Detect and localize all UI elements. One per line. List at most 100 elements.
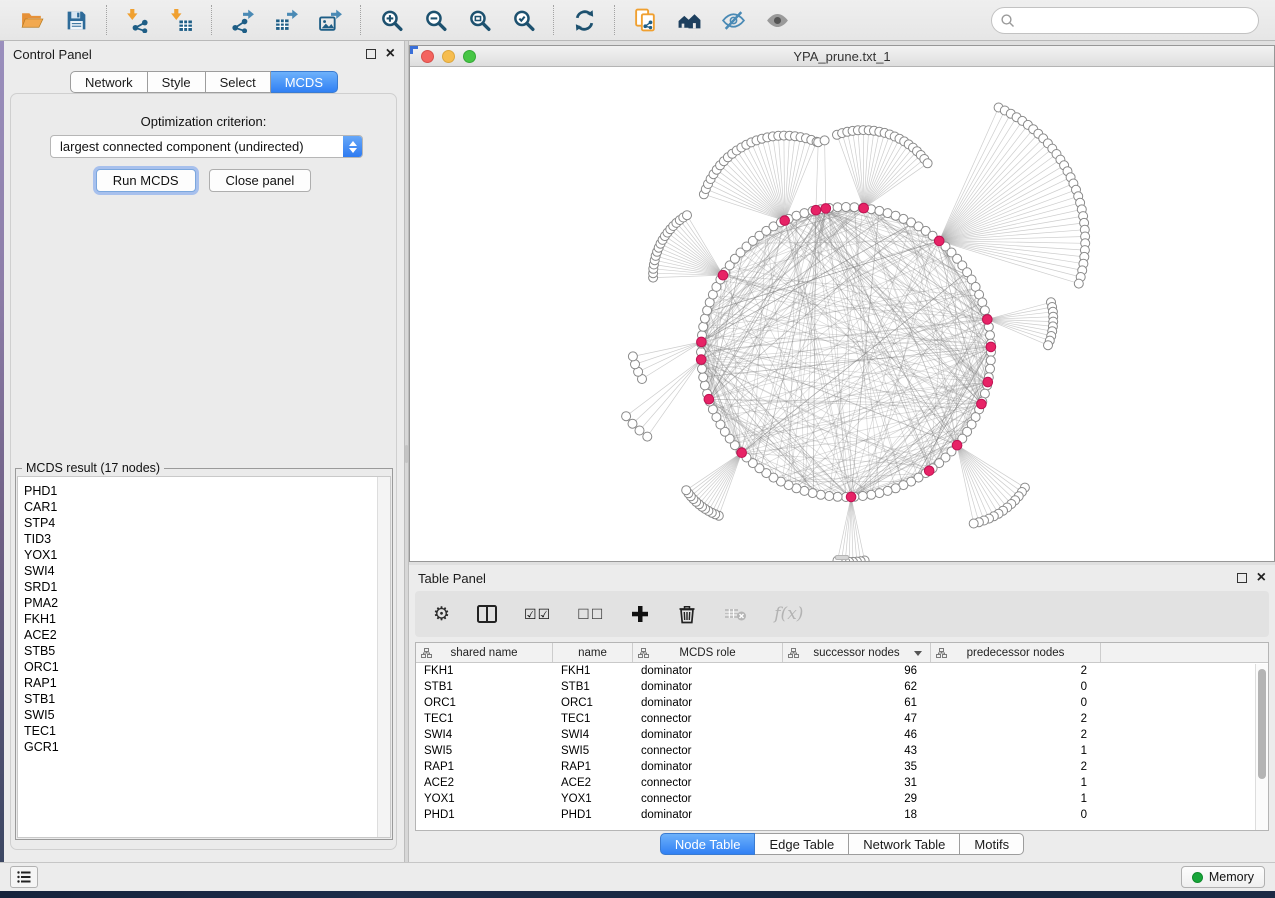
mcds-result-item[interactable]: STP4 [24,515,390,531]
network-home-button[interactable] [671,3,707,37]
table-cell[interactable]: 2 [931,761,1101,773]
table-cell[interactable]: PHD1 [553,809,633,821]
table-row[interactable]: STB1STB1dominator620 [416,679,1268,695]
table-cell[interactable]: 96 [783,665,931,677]
mcds-result-item[interactable]: CAR1 [24,499,390,515]
table-cell[interactable]: 0 [931,809,1101,821]
table-cell[interactable]: 0 [931,697,1101,709]
table-cell[interactable]: 2 [931,665,1101,677]
table-cell[interactable]: ORC1 [416,697,553,709]
column-header-successor-nodes[interactable]: successor nodes [783,643,931,662]
split-table-icon[interactable] [476,601,498,627]
column-header-name[interactable]: name [553,643,633,662]
tab-edge-table[interactable]: Edge Table [755,833,849,855]
table-cell[interactable]: 1 [931,793,1101,805]
clone-network-button[interactable] [627,3,663,37]
table-cell[interactable]: RAP1 [553,761,633,773]
table-cell[interactable]: 2 [931,729,1101,741]
column-header-shared-name[interactable]: shared name [416,643,553,662]
tab-node-table[interactable]: Node Table [660,833,756,855]
table-cell[interactable]: FKH1 [416,665,553,677]
float-panel-icon[interactable] [1237,573,1247,583]
tab-motifs[interactable]: Motifs [960,833,1024,855]
table-cell[interactable]: SWI5 [416,745,553,757]
tab-mcds[interactable]: MCDS [271,71,338,93]
table-cell[interactable]: PHD1 [416,809,553,821]
mcds-result-item[interactable]: GCR1 [24,739,390,755]
import-network-button[interactable] [119,3,155,37]
open-file-button[interactable] [14,3,50,37]
memory-button[interactable]: Memory [1181,866,1265,888]
mcds-result-item[interactable]: PHD1 [24,483,390,499]
table-cell[interactable]: 43 [783,745,931,757]
table-row[interactable]: ACE2ACE2connector311 [416,775,1268,791]
select-all-checkboxes-icon[interactable]: ☑☑ [524,601,551,627]
table-cell[interactable]: STB1 [416,681,553,693]
mcds-result-item[interactable]: SWI4 [24,563,390,579]
zoom-fit-button[interactable] [461,3,497,37]
refresh-view-button[interactable] [566,3,602,37]
save-session-button[interactable] [58,3,94,37]
table-cell[interactable]: connector [633,793,783,805]
tab-network-table[interactable]: Network Table [849,833,960,855]
table-row[interactable]: SWI4SWI4dominator462 [416,727,1268,743]
table-cell[interactable]: RAP1 [416,761,553,773]
table-cell[interactable]: 35 [783,761,931,773]
mcds-result-item[interactable]: TID3 [24,531,390,547]
tab-network[interactable]: Network [70,71,148,93]
network-window-titlebar[interactable]: YPA_prune.txt_1 [410,46,1274,67]
zoom-selected-button[interactable] [505,3,541,37]
table-cell[interactable]: 29 [783,793,931,805]
table-cell[interactable]: connector [633,745,783,757]
export-table-button[interactable] [268,3,304,37]
table-cell[interactable]: SWI4 [553,729,633,741]
table-scrollbar[interactable] [1255,664,1268,830]
column-settings-gear-icon[interactable]: ⚙ [433,601,450,627]
table-cell[interactable]: dominator [633,681,783,693]
table-cell[interactable]: ORC1 [553,697,633,709]
criterion-dropdown[interactable]: largest connected component (undirected) [50,135,363,158]
canvas-splitter-handle[interactable] [835,555,849,560]
export-network-button[interactable] [224,3,260,37]
close-panel-icon[interactable]: × [1257,573,1266,583]
table-cell[interactable]: 62 [783,681,931,693]
table-cell[interactable]: dominator [633,809,783,821]
table-cell[interactable]: YOX1 [416,793,553,805]
table-row[interactable]: FKH1FKH1dominator962 [416,663,1268,679]
table-body[interactable]: FKH1FKH1dominator962STB1STB1dominator620… [416,663,1268,823]
mcds-result-item[interactable]: SWI5 [24,707,390,723]
table-cell[interactable]: connector [633,713,783,725]
mcds-result-item[interactable]: RAP1 [24,675,390,691]
table-cell[interactable]: 46 [783,729,931,741]
column-header-predecessor-nodes[interactable]: predecessor nodes [931,643,1101,662]
table-cell[interactable]: dominator [633,697,783,709]
column-header-MCDS-role[interactable]: MCDS role [633,643,783,662]
search-input[interactable] [1016,11,1258,31]
table-row[interactable]: SWI5SWI5connector431 [416,743,1268,759]
add-column-icon[interactable] [630,601,650,627]
result-list-scrollbar[interactable] [377,477,390,837]
close-panel-button[interactable]: Close panel [209,169,312,192]
table-header-row[interactable]: shared namenameMCDS rolesuccessor nodesp… [416,643,1268,663]
zoom-out-button[interactable] [417,3,453,37]
table-cell[interactable]: SWI4 [416,729,553,741]
mcds-result-item[interactable]: STB1 [24,691,390,707]
splitter-handle[interactable] [405,445,408,463]
table-cell[interactable]: ACE2 [416,777,553,789]
mcds-result-item[interactable]: ACE2 [24,627,390,643]
table-row[interactable]: YOX1YOX1connector291 [416,791,1268,807]
network-canvas[interactable] [410,67,1274,561]
table-cell[interactable]: TEC1 [553,713,633,725]
table-cell[interactable]: connector [633,777,783,789]
tab-style[interactable]: Style [148,71,206,93]
table-row[interactable]: ORC1ORC1dominator610 [416,695,1268,711]
table-row[interactable]: PHD1PHD1dominator180 [416,807,1268,823]
table-cell[interactable]: 61 [783,697,931,709]
mcds-result-item[interactable]: STB5 [24,643,390,659]
show-graphics-details-button[interactable] [759,3,795,37]
export-image-button[interactable] [312,3,348,37]
run-mcds-button[interactable]: Run MCDS [96,169,196,192]
table-cell[interactable]: YOX1 [553,793,633,805]
table-cell[interactable]: 47 [783,713,931,725]
table-cell[interactable]: dominator [633,761,783,773]
